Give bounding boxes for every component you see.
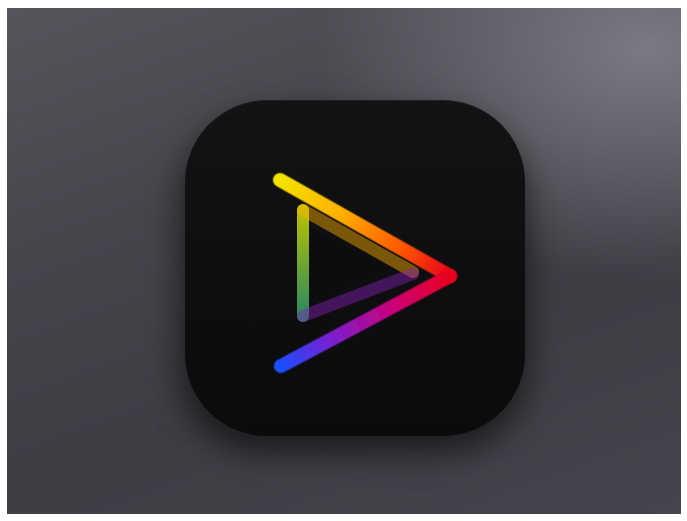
app-icon[interactable] [185, 100, 525, 436]
background-scene [7, 8, 681, 514]
rainbow-play-icon [273, 173, 457, 373]
